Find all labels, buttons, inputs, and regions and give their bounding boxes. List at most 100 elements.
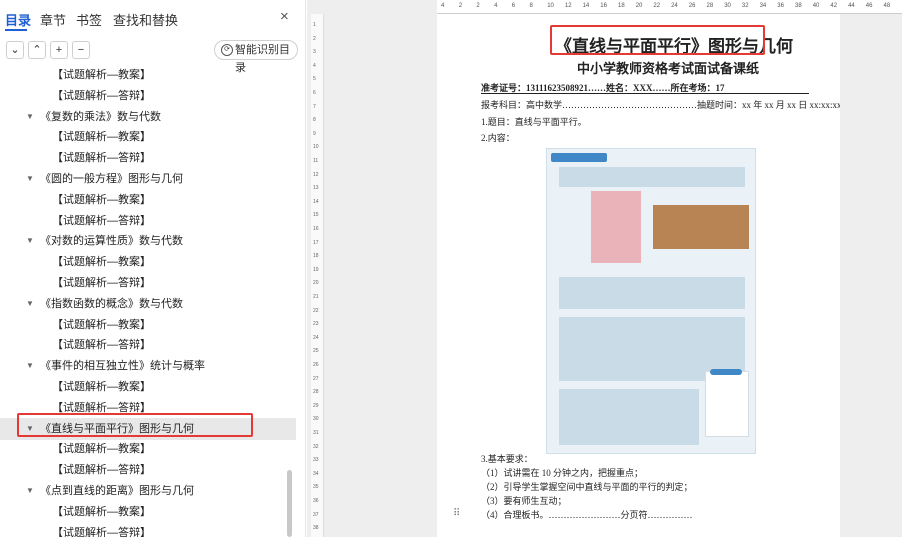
ruler-tick-label: 28 (706, 3, 714, 9)
toc-chapter-item[interactable]: ▼ 《圆的一般方程》图形与几何 (0, 168, 296, 190)
tab-bookmarks[interactable]: 书签 (76, 10, 102, 29)
toc-subitem[interactable]: 【试题解析—答辩】 (0, 272, 296, 294)
vruler-tick-label: 25 (313, 348, 319, 355)
toc-subitem[interactable]: 【试题解析—教案】 (0, 126, 296, 148)
vruler-tick-label: 17 (313, 239, 319, 246)
toc-chapter-item[interactable]: ▼ 《复数的乘法》数与代数 (0, 106, 296, 128)
toc-item-label: 【试题解析—教案】 (52, 381, 151, 393)
vruler-tick-label: 36 (313, 498, 319, 504)
vruler-tick-label: 1 (313, 22, 316, 28)
toc-subitem[interactable]: 【试题解析—答辩】 (0, 459, 296, 481)
toc-subitem[interactable]: 【试题解析—教案】 (0, 251, 296, 273)
toc-scrollbar[interactable] (287, 470, 292, 537)
toc-item-label: 【试题解析—教案】 (52, 443, 151, 456)
vruler-tick-label: 20 (313, 280, 319, 287)
close-pane-button[interactable]: × (280, 8, 289, 25)
margin-note (705, 369, 749, 437)
ruler-tick-label: 36 (777, 3, 784, 9)
vruler-tick-label: 37 (313, 511, 319, 518)
toc-item-label: 【试题解析—答辩】 (52, 401, 151, 414)
drag-handle-icon[interactable]: ⠿ (453, 508, 460, 519)
ruler-tick-label: 4 (441, 3, 445, 9)
toc-subitem[interactable]: 【试题解析—教案】 (0, 376, 296, 398)
tab-chapters[interactable]: 章节 (40, 10, 66, 29)
vruler-tick-label: 18 (313, 253, 319, 260)
toc-item-label: 《指数函数的概念》数与代数 (40, 297, 183, 310)
figure-header-tag (551, 153, 607, 162)
expand-arrow-icon[interactable]: ▼ (26, 230, 34, 252)
navigation-pane: 目录 章节 书签 查找和替换 × ⌄ ⌃ + − ⟳ 智能识别目录 【试题解析—教… (0, 0, 306, 537)
toc-subitem[interactable]: 【试题解析—教案】 (0, 189, 296, 211)
vruler-tick-label: 31 (313, 430, 319, 436)
toc-subitem[interactable]: 【试题解析—教案】 (0, 438, 296, 460)
horizontal-ruler[interactable]: 4 2 2 4 6 8 10 12 14 16 18 20 22 24 26 28 30 32 34 36 38 40 42… (437, 0, 902, 14)
toc-item-label: 【试题解析—教案】 (52, 256, 151, 269)
vruler-tick-label: 4 (313, 62, 316, 69)
smart-toc-button[interactable]: ⟳ 智能识别目录 (214, 40, 298, 74)
active-tab-indicator (5, 29, 27, 31)
expand-arrow-icon[interactable]: ▼ (26, 480, 34, 502)
tab-toc[interactable]: 目录 (5, 10, 31, 29)
requirement-2: （2）引导学生掌握空间中直线与平面的平行的判定； (481, 482, 693, 492)
ruler-tick-label: 38 (795, 3, 802, 9)
requirement-1: （1）试讲需在 10 分钟之内，把握重点； (481, 468, 644, 478)
vruler-tick-label: 34 (313, 470, 319, 477)
vruler-tick-label: 5 (313, 76, 316, 83)
toc-toolbar: ⌄ ⌃ + − ⟳ 智能识别目录 (0, 38, 306, 74)
toc-chapter-item[interactable]: ▼ 《事件的相互独立性》统计与概率 (0, 355, 296, 377)
vruler-tick-label: 19 (313, 266, 319, 273)
vruler-tick-label: 7 (313, 103, 316, 110)
vruler-tick-label: 11 (313, 158, 319, 164)
vruler-tick-label: 23 (313, 321, 319, 328)
vertical-ruler[interactable]: 1 2 3 4 5 6 7 8 9 10 11 12 13 14 15 16 17 18 19 20 21 22 23 24 2… (311, 14, 324, 537)
vruler-tick-label: 29 (313, 402, 319, 409)
ruler-tick-label: 12 (564, 3, 572, 9)
toc-subitem[interactable]: 【试题解析—答辩】 (0, 522, 296, 537)
toc-tree: 【试题解析—教案】 【试题解析—答辩】 ▼ 《复数的乘法》数与代数 【试题解析—教案】【… (0, 66, 296, 537)
toc-subitem[interactable]: 【试题解析—教案】 (0, 314, 296, 336)
vruler-tick-label: 26 (313, 362, 319, 368)
vruler-tick-label: 33 (313, 457, 319, 464)
content-label: 2.内容： (481, 133, 515, 143)
right-margin (840, 14, 902, 537)
toc-subitem[interactable]: 【试题解析—答辩】 (0, 334, 296, 356)
toc-subitem[interactable]: 【试题解析—教案】 (0, 501, 296, 523)
document-page[interactable]: 《直线与平面平行》图形与几何 中小学教师资格考试面试备课纸 准考证号：13111… (437, 14, 842, 537)
wps-writer-window: 目录 章节 书签 查找和替换 × ⌄ ⌃ + − ⟳ 智能识别目录 【试题解析—教… (0, 0, 902, 537)
toc-subitem[interactable]: 【试题解析—答辩】 (0, 210, 296, 232)
ruler-tick-label: 6 (511, 3, 516, 9)
toc-item-label: 【试题解析—教案】 (52, 69, 151, 81)
toc-item-label: 《事件的相互独立性》统计与概率 (40, 360, 205, 373)
toc-chapter-item[interactable]: ▼ 《点到直线的距离》图形与几何 (0, 480, 296, 502)
tab-find-replace[interactable]: 查找和替换 (113, 10, 178, 29)
requirement-3: （3）要有师生互动； (481, 496, 567, 506)
vruler-tick-label: 30 (313, 416, 319, 423)
vruler-tick-label: 24 (313, 334, 319, 341)
add-heading-button[interactable]: + (50, 41, 68, 59)
ruler-tick-label: 2 (458, 3, 463, 9)
expand-arrow-icon[interactable]: ▼ (26, 168, 34, 190)
collapse-all-button[interactable]: ⌄ (6, 41, 24, 59)
vruler-tick-label: 3 (313, 49, 316, 56)
highlight-box-title (550, 25, 765, 55)
toc-item-label: 【试题解析—答辩】 (52, 526, 151, 537)
expand-arrow-icon[interactable]: ▼ (26, 355, 34, 377)
remove-heading-button[interactable]: − (72, 41, 90, 59)
toc-chapter-item[interactable]: ▼ 《指数函数的概念》数与代数 (0, 293, 296, 315)
ruler-tick-label: 2 (476, 3, 480, 9)
toc-chapter-item[interactable]: ▼ 《对数的运算性质》数与代数 (0, 230, 296, 252)
expand-arrow-icon[interactable]: ▼ (26, 106, 34, 128)
toc-subitem[interactable]: 【试题解析—教案】 (0, 66, 296, 86)
expand-arrow-icon[interactable]: ▼ (26, 293, 34, 315)
vruler-tick-label: 6 (313, 90, 316, 96)
vruler-tick-label: 27 (313, 375, 319, 382)
expand-all-button[interactable]: ⌃ (28, 41, 46, 59)
vruler-tick-label: 22 (313, 307, 319, 314)
toc-subitem[interactable]: 【试题解析—答辩】 (0, 147, 296, 169)
page-gutter (307, 0, 437, 537)
ruler-tick-label: 26 (688, 3, 696, 9)
ruler-tick-label: 34 (759, 3, 767, 9)
toc-subitem[interactable]: 【试题解析—答辩】 (0, 85, 296, 107)
ruler-tick-label: 24 (671, 3, 678, 9)
requirements-heading: 3.基本要求： (481, 454, 533, 464)
